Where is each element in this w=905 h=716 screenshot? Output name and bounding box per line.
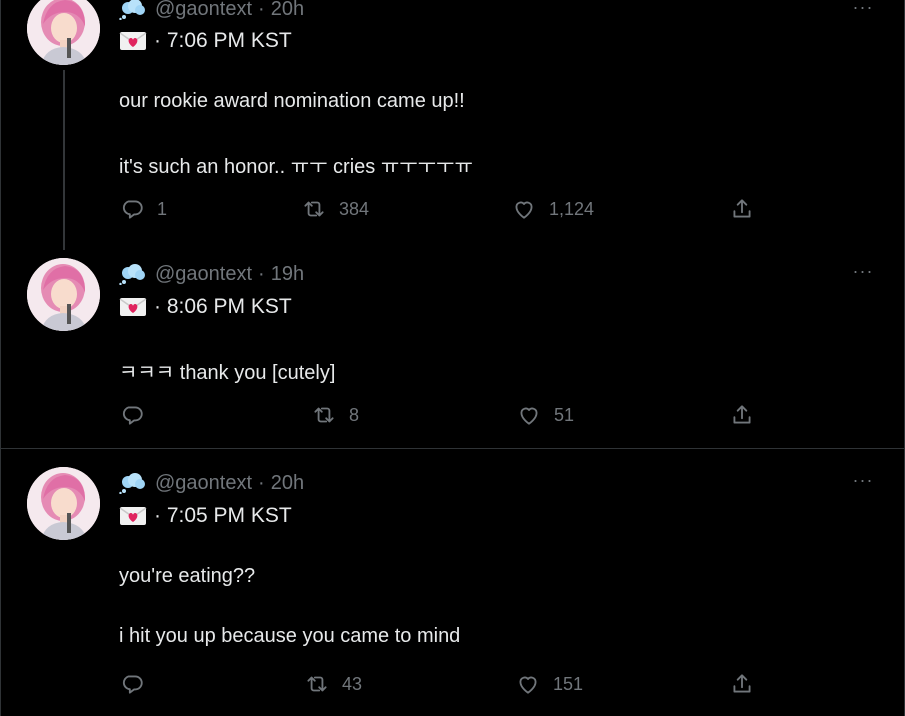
tweet-text-line: you're eating?? bbox=[119, 565, 256, 587]
retweet-count: 43 bbox=[342, 673, 363, 694]
share-button[interactable] bbox=[729, 669, 767, 699]
author-handle[interactable]: @gaontext bbox=[155, 263, 252, 286]
author-handle[interactable]: @gaontext bbox=[155, 472, 252, 495]
love-letter-icon bbox=[119, 31, 147, 51]
reply-button[interactable]: 1 bbox=[119, 194, 167, 224]
share-button[interactable] bbox=[729, 194, 767, 224]
avatar[interactable] bbox=[27, 0, 100, 65]
thought-cloud-icon bbox=[119, 0, 147, 20]
tweet-time-text: · 7:05 PM KST bbox=[154, 504, 292, 527]
reply-count: 1 bbox=[157, 198, 168, 219]
tweet-meta: @gaontext · 20h bbox=[119, 0, 304, 22]
tweet-actions: 43 151 bbox=[1, 669, 904, 699]
timeline-feed: @gaontext · 20h ··· · 7:06 PM KST our ro… bbox=[0, 0, 905, 716]
share-icon bbox=[733, 674, 751, 693]
tweet-3[interactable]: @gaontext · 20h ··· · 7:05 PM KST you're… bbox=[1, 449, 904, 716]
share-icon bbox=[733, 199, 751, 218]
avatar-image bbox=[27, 467, 100, 540]
tweet-time-line: · 8:06 PM KST bbox=[119, 294, 292, 320]
tweet-2[interactable]: @gaontext · 19h ··· · 8:06 PM KST ㅋㅋㅋ th… bbox=[1, 250, 904, 448]
tweet-age[interactable]: 20h bbox=[271, 0, 304, 21]
retweet-button[interactable]: 8 bbox=[311, 400, 359, 430]
avatar-image bbox=[27, 0, 100, 65]
tweet-text-line: our rookie award nomination came up!! bbox=[119, 90, 465, 112]
like-button[interactable]: 1,124 bbox=[511, 194, 594, 224]
avatar[interactable] bbox=[27, 467, 100, 540]
share-icon bbox=[733, 405, 751, 424]
love-letter-icon bbox=[119, 506, 147, 526]
author-handle[interactable]: @gaontext bbox=[155, 0, 252, 21]
retweet-icon bbox=[307, 676, 327, 692]
more-options-button[interactable]: ··· bbox=[850, 471, 876, 493]
like-button[interactable]: 151 bbox=[515, 669, 583, 699]
meta-separator: · bbox=[258, 262, 265, 285]
tweet-text-line: it's such an honor.. ㅠㅜ cries ㅠㅜㅜㅜㅠ bbox=[119, 156, 473, 178]
tweet-time-text: · 8:06 PM KST bbox=[154, 295, 292, 318]
avatar-image bbox=[27, 258, 100, 331]
tweet-text-line: i hit you up because you came to mind bbox=[119, 625, 461, 647]
thought-cloud-icon bbox=[119, 472, 147, 494]
tweet-age[interactable]: 19h bbox=[271, 263, 304, 286]
retweet-button[interactable]: 43 bbox=[304, 669, 362, 699]
meta-separator: · bbox=[258, 471, 265, 494]
reply-button[interactable] bbox=[119, 400, 157, 430]
like-count: 151 bbox=[553, 673, 584, 694]
retweet-button[interactable]: 384 bbox=[301, 194, 369, 224]
retweet-icon bbox=[304, 201, 324, 217]
retweet-icon bbox=[314, 407, 334, 423]
retweet-count: 384 bbox=[339, 198, 370, 219]
share-button[interactable] bbox=[729, 400, 767, 430]
heart-icon bbox=[519, 676, 537, 694]
tweet-actions: 1 384 1,124 bbox=[1, 194, 904, 224]
love-letter-icon bbox=[119, 297, 147, 317]
more-options-button[interactable]: ··· bbox=[850, 0, 876, 20]
thought-cloud-icon bbox=[119, 263, 147, 285]
reply-icon bbox=[122, 200, 143, 219]
tweet-text-line: ㅋㅋㅋ thank you [cutely] bbox=[119, 362, 336, 384]
more-options-button[interactable]: ··· bbox=[850, 262, 876, 284]
tweet-time-line: · 7:06 PM KST bbox=[119, 28, 292, 54]
like-button[interactable]: 51 bbox=[516, 400, 574, 430]
tweet-age[interactable]: 20h bbox=[271, 472, 304, 495]
tweet-actions: 8 51 bbox=[1, 400, 904, 430]
reply-icon bbox=[122, 675, 143, 694]
tweet-meta: @gaontext · 19h bbox=[119, 261, 304, 287]
like-count: 1,124 bbox=[549, 198, 595, 219]
tweet-time-text: · 7:06 PM KST bbox=[154, 29, 292, 52]
tweet-time-line: · 7:05 PM KST bbox=[119, 503, 292, 529]
retweet-count: 8 bbox=[349, 404, 360, 425]
like-count: 51 bbox=[554, 404, 575, 425]
avatar[interactable] bbox=[27, 258, 100, 331]
meta-separator: · bbox=[258, 0, 265, 20]
reply-icon bbox=[122, 406, 143, 425]
heart-icon bbox=[520, 407, 538, 425]
tweet-meta: @gaontext · 20h bbox=[119, 470, 304, 496]
reply-button[interactable] bbox=[119, 669, 157, 699]
tweet-1[interactable]: @gaontext · 20h ··· · 7:06 PM KST our ro… bbox=[1, 0, 904, 250]
heart-icon bbox=[515, 201, 533, 219]
